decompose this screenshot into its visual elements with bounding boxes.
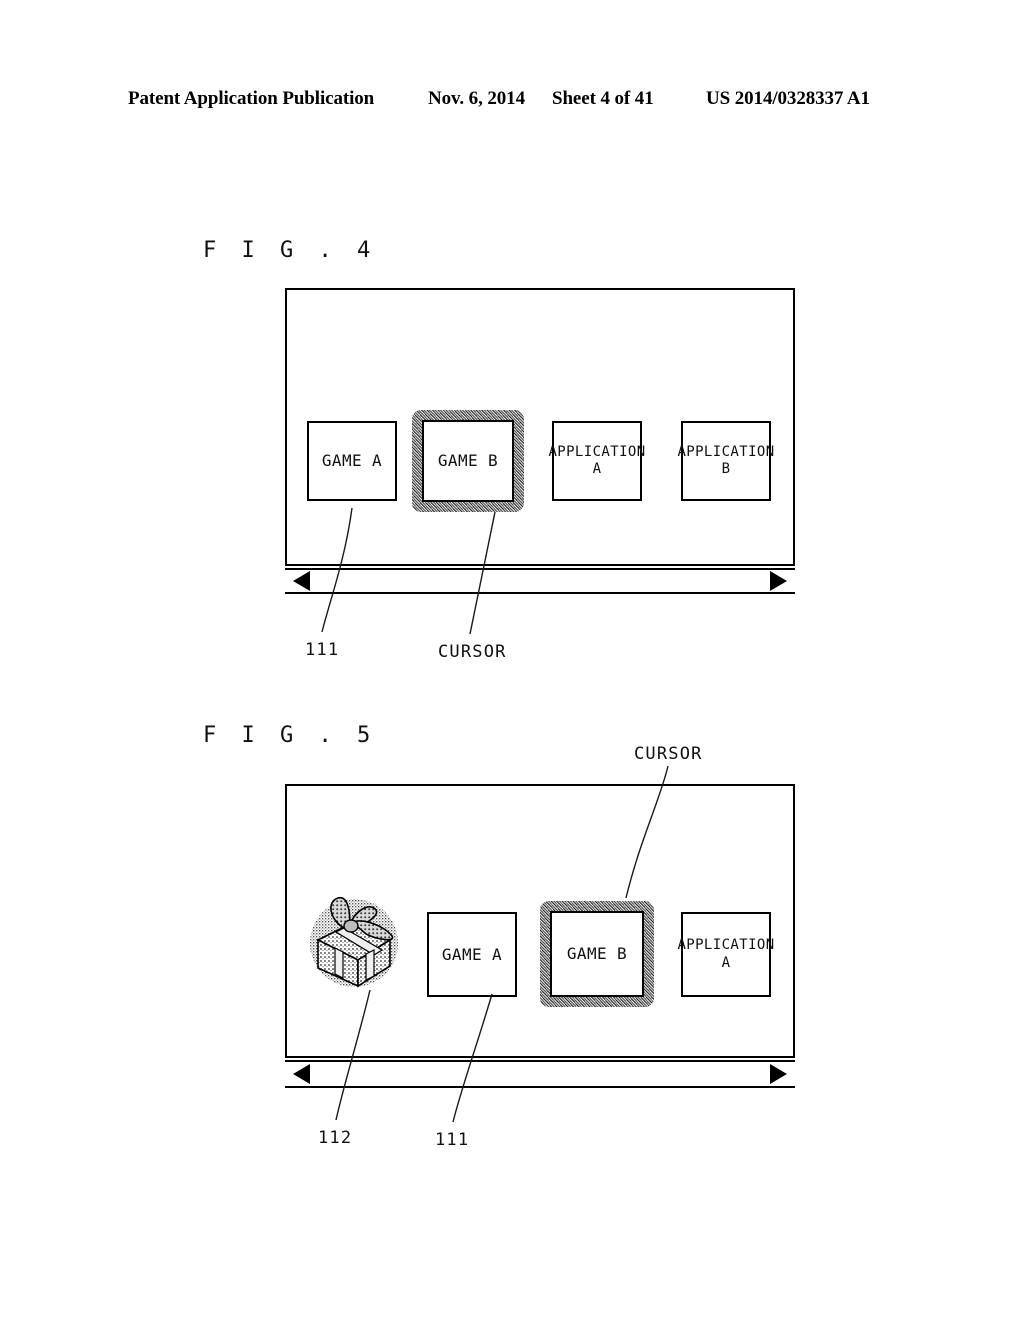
figure-5-icon-application-a[interactable]: APPLICATION A (677, 912, 774, 997)
figure-4-ref-cursor: CURSOR (438, 642, 507, 662)
figure-5-label: F I G . 5 (203, 723, 377, 748)
figure-5-ref-111: 111 (435, 1130, 470, 1150)
publication-title: Patent Application Publication (128, 88, 375, 109)
figure-4-screen: GAME A GAME B APPLICATION A APPLICATION … (285, 288, 795, 566)
figure-4-ref-111: 111 (305, 640, 340, 660)
publication-date: Nov. 6, 2014 (428, 88, 525, 109)
icon-label: GAME A (441, 944, 503, 964)
page-header: Patent Application Publication Nov. 6, 2… (0, 88, 1024, 114)
icon-label: APPLICATION A (548, 443, 646, 477)
triangle-right-icon[interactable] (770, 571, 787, 591)
icon-label: APPLICATION B (677, 443, 775, 477)
figure-4-icon-application-a[interactable]: APPLICATION A (548, 421, 645, 501)
figure-5-scrollbar[interactable] (285, 1060, 795, 1088)
figure-5-screen: GAME A GAME B APPLICATION A (285, 784, 795, 1058)
figure-4-label: F I G . 4 (203, 238, 377, 263)
triangle-right-icon[interactable] (770, 1064, 787, 1084)
figure-4-icon-application-b[interactable]: APPLICATION B (677, 421, 774, 501)
figure-5-ref-112: 112 (318, 1128, 353, 1148)
figure-5-ref-cursor: CURSOR (634, 744, 703, 764)
sheet-number: Sheet 4 of 41 (552, 88, 654, 109)
figure-5-cursor[interactable]: GAME B (540, 901, 654, 1007)
gift-box-icon[interactable] (304, 888, 404, 993)
triangle-left-icon[interactable] (293, 1064, 310, 1084)
figure-4-icon-game-a[interactable]: GAME A (307, 421, 397, 501)
figure-5-icon-game-b[interactable]: GAME B (550, 911, 644, 997)
figure-4-cursor[interactable]: GAME B (412, 410, 524, 512)
icon-label: GAME B (437, 451, 499, 471)
icon-label: GAME A (321, 451, 383, 471)
icon-label: GAME B (566, 944, 628, 964)
figure-4-icon-game-b[interactable]: GAME B (422, 420, 514, 502)
patent-number: US 2014/0328337 A1 (706, 88, 870, 109)
figure-5-icon-game-a[interactable]: GAME A (427, 912, 517, 997)
icon-label: APPLICATION A (677, 937, 775, 971)
leader-line-overlay (321, 507, 669, 1123)
figure-4-scrollbar[interactable] (285, 568, 795, 594)
triangle-left-icon[interactable] (293, 571, 310, 591)
